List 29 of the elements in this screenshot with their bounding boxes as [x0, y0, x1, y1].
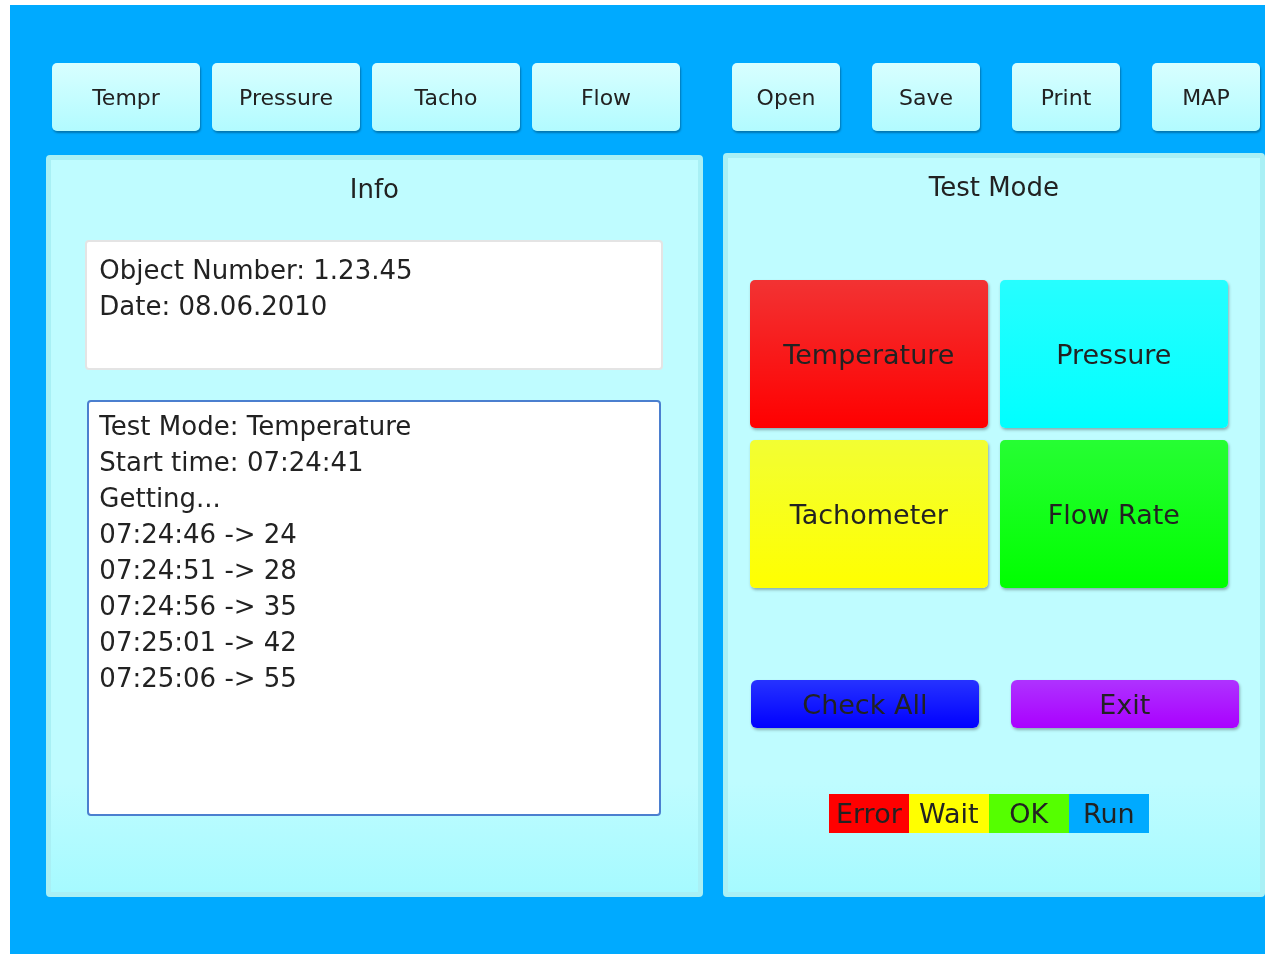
detail-line: Object Number: 1.23.45 [99, 254, 414, 287]
log-box[interactable]: Test Mode: Temperature Start time: 07:24:41 Getting... 07:24:46 -> 24 07:24:51 -> 28 07:24:56 -> 35 07:25:01 -> 42 07:25:06 -> 55 [87, 400, 662, 816]
log-line: Test Mode: Temperature [99, 410, 413, 443]
legend-item: Run [1068, 794, 1149, 833]
legend-item: OK [988, 794, 1069, 833]
panel-title: Test Mode [928, 172, 1059, 202]
log-line: Start time: 07:24:41 [99, 446, 365, 479]
toolbar-button[interactable]: Open [732, 63, 840, 131]
log-line: 07:24:56 -> 35 [99, 590, 298, 623]
toolbar-button[interactable]: Save [872, 63, 980, 131]
log-line: 07:24:46 -> 24 [99, 518, 298, 551]
mode-button[interactable]: Tachometer [749, 440, 988, 588]
mode-button[interactable]: Flow Rate [999, 440, 1228, 588]
panel-title: Info [349, 174, 399, 204]
toolbar-button[interactable]: Flow [532, 63, 680, 131]
mode-button[interactable]: Temperature [749, 280, 988, 428]
log-line: Getting... [99, 482, 222, 515]
toolbar-button[interactable]: Tacho [372, 63, 520, 131]
log-line: 07:25:06 -> 55 [99, 662, 298, 695]
log-line: 07:25:01 -> 42 [99, 626, 298, 659]
legend-item: Wait [908, 794, 989, 833]
toolbar-button[interactable]: Print [1012, 63, 1120, 131]
log-line: 07:24:51 -> 28 [99, 554, 298, 587]
toolbar-button[interactable]: Tempr [52, 63, 200, 131]
toolbar-button[interactable]: MAP [1152, 63, 1260, 131]
mode-button[interactable]: Pressure [999, 280, 1228, 428]
detail-line: Date: 08.06.2010 [99, 290, 329, 323]
legend-item: Error [828, 794, 909, 833]
toolbar-button[interactable]: Pressure [212, 63, 360, 131]
